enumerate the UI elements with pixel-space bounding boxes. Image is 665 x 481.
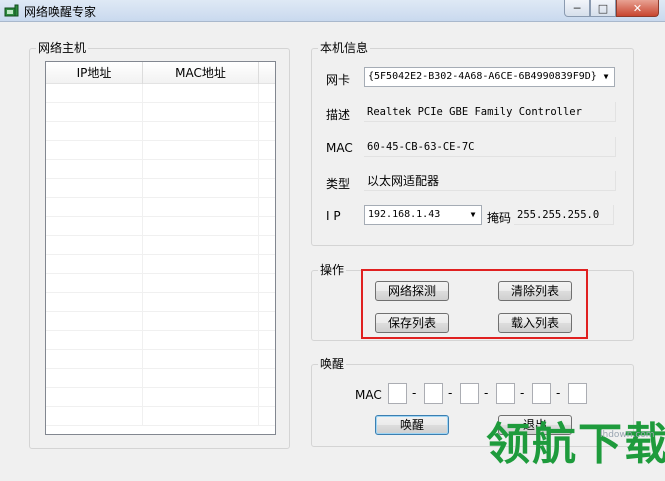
mac-separator: -: [412, 386, 417, 400]
operations-title: 操作: [318, 263, 347, 277]
minimize-button[interactable]: ─: [564, 0, 590, 17]
clear-list-button[interactable]: 清除列表: [498, 281, 572, 301]
title-bar: 网络唤醒专家 ─ □ ✕: [0, 0, 665, 22]
desc-field: Realtek PCIe GBE Family Controller: [364, 102, 616, 122]
list-item: [46, 179, 275, 198]
mac-label: MAC: [326, 141, 353, 155]
type-field: 以太网适配器: [364, 171, 616, 191]
list-item: [46, 84, 275, 103]
type-label: 类型: [326, 177, 351, 191]
mac-separator: -: [556, 386, 561, 400]
mac-separator: -: [448, 386, 453, 400]
list-item: [46, 217, 275, 236]
wake-button[interactable]: 唤醒: [375, 415, 449, 435]
mac-separator: -: [520, 386, 525, 400]
column-filler: [259, 62, 275, 84]
list-item: [46, 388, 275, 407]
maximize-icon: □: [597, 1, 609, 15]
wake-mac-label: MAC: [355, 388, 382, 402]
close-button[interactable]: ✕: [616, 0, 659, 17]
list-item: [46, 369, 275, 388]
list-item: [46, 293, 275, 312]
ip-value: 192.168.1.43: [368, 209, 441, 220]
mac-octet-4[interactable]: [496, 383, 515, 404]
list-item: [46, 103, 275, 122]
save-list-button[interactable]: 保存列表: [375, 313, 449, 333]
column-mac[interactable]: MAC地址: [143, 62, 259, 84]
list-item: [46, 331, 275, 350]
list-item: [46, 122, 275, 141]
host-list-body: [46, 84, 275, 426]
ip-select[interactable]: 192.168.1.43 ▼: [364, 205, 482, 225]
ip-label: I P: [326, 209, 341, 223]
app-icon: [4, 4, 19, 17]
maximize-button[interactable]: □: [590, 0, 616, 17]
mac-octet-1[interactable]: [388, 383, 407, 404]
watermark-logo: 领航下载: [486, 419, 665, 470]
list-item: [46, 312, 275, 331]
mac-separator: -: [484, 386, 489, 400]
mask-field: 255.255.255.0: [514, 205, 614, 225]
list-item: [46, 350, 275, 369]
mac-octet-2[interactable]: [424, 383, 443, 404]
desc-label: 描述: [326, 108, 351, 122]
list-item: [46, 160, 275, 179]
host-list[interactable]: IP地址 MAC地址: [45, 61, 276, 435]
minimize-icon: ─: [573, 1, 581, 15]
chevron-down-icon: ▼: [603, 72, 609, 81]
close-icon: ✕: [632, 1, 643, 15]
nic-label: 网卡: [326, 73, 351, 87]
list-item: [46, 407, 275, 426]
local-info-title: 本机信息: [318, 41, 371, 55]
mac-field: 60-45-CB-63-CE-7C: [364, 137, 616, 157]
column-ip[interactable]: IP地址: [46, 62, 143, 84]
list-item: [46, 255, 275, 274]
chevron-down-icon: ▼: [470, 210, 476, 219]
list-item: [46, 198, 275, 217]
mac-octet-5[interactable]: [532, 383, 551, 404]
nic-select[interactable]: {5F5042E2-B302-4A68-A6CE-6B4990839F9D} ▼: [364, 67, 615, 87]
mac-octet-3[interactable]: [460, 383, 479, 404]
host-list-header: IP地址 MAC地址: [46, 62, 275, 84]
load-list-button[interactable]: 载入列表: [498, 313, 572, 333]
scan-network-button[interactable]: 网络探测: [375, 281, 449, 301]
mac-octet-6[interactable]: [568, 383, 587, 404]
list-item: [46, 274, 275, 293]
wake-title: 唤醒: [318, 357, 347, 371]
watermark-url: lhdown.com: [600, 430, 655, 440]
list-item: [46, 236, 275, 255]
list-item: [46, 141, 275, 160]
nic-value: {5F5042E2-B302-4A68-A6CE-6B4990839F9D}: [368, 71, 597, 82]
window-title: 网络唤醒专家: [24, 5, 97, 19]
hosts-group-title: 网络主机: [36, 41, 89, 55]
mask-label: 掩码: [487, 211, 512, 225]
